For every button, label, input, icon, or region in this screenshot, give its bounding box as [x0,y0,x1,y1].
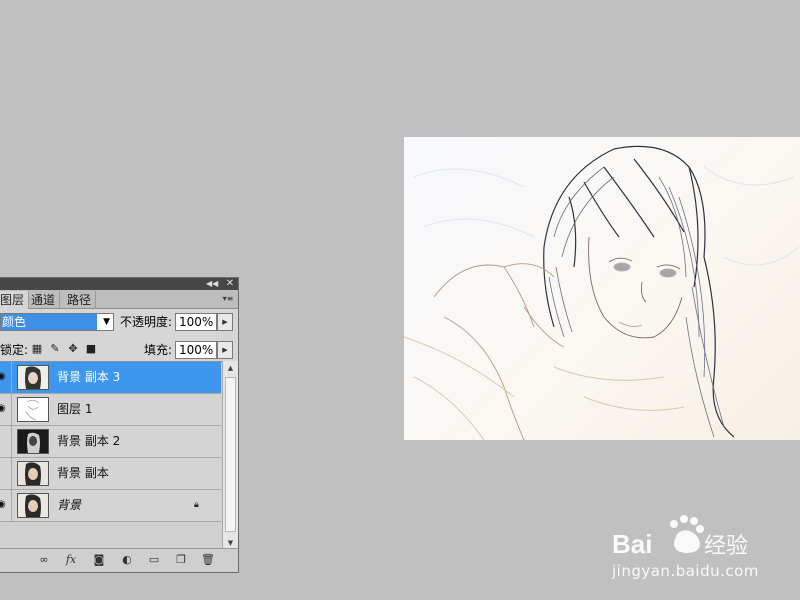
svg-text:经验: 经验 [704,534,748,559]
visibility-toggle[interactable]: ◉ [0,490,12,521]
lock-transparency-icon[interactable]: ▦ [31,343,43,355]
layer-list: ◉ 背景 副本 3 ◉ 图层 1 背景 副本 2 背景 副本 ◉ 背景 🔒︎ [0,361,222,551]
tab-channels[interactable]: 通道 [27,291,61,309]
layer-row[interactable]: ◉ 图层 1 [0,394,221,426]
layer-thumbnail [17,461,49,486]
tab-layers[interactable]: 图层 [0,291,30,309]
link-icon[interactable]: ∞ [37,553,51,567]
layer-name: 背景 副本 3 [57,370,121,384]
eye-icon: ◉ [0,371,6,382]
visibility-toggle[interactable] [0,458,12,489]
sketch-artwork [404,145,800,440]
layer-thumbnail [17,429,49,454]
panel-titlebar[interactable]: ◀◀ ✕ [0,278,238,290]
opacity-field[interactable]: 100% [175,313,217,331]
close-icon[interactable]: ✕ [225,279,235,289]
chevron-down-icon: ▼ [103,317,110,327]
layers-bottom-toolbar: ∞ fx ◙ ◐ ▭ ❐ 🗑︎ [0,548,238,572]
fill-field[interactable]: 100% [175,341,217,359]
mask-icon[interactable]: ◙ [92,553,106,567]
scroll-thumb[interactable] [225,377,236,532]
adjustment-icon[interactable]: ◐ [120,553,134,567]
layers-scrollbar[interactable]: ▲ ▼ [222,361,238,550]
fill-slider-arrow-icon[interactable]: ▶ [217,341,233,359]
baidu-watermark-logo: Bai 经验 [612,515,762,565]
trash-icon[interactable]: 🗑︎ [201,553,215,567]
eye-icon: ◉ [0,499,6,510]
visibility-toggle[interactable] [0,426,12,457]
visibility-toggle[interactable]: ◉ [0,362,12,393]
opacity-slider-arrow-icon[interactable]: ▶ [217,313,233,331]
watermark-url: jingyan.baidu.com [612,562,759,580]
lock-all-icon[interactable]: ■ [85,343,97,355]
tab-paths[interactable]: 路径 [63,291,97,309]
visibility-toggle[interactable]: ◉ [0,394,12,425]
layer-row[interactable]: 背景 副本 2 [0,426,221,458]
lock-icon: 🔒︎ [194,500,199,510]
layer-row[interactable]: 背景 副本 [0,458,221,490]
layer-name: 背景 [57,498,82,512]
lock-image-brush-icon[interactable]: ✎ [49,343,61,355]
opacity-label: 不透明度: [120,315,173,329]
layer-name: 背景 副本 2 [57,434,121,448]
group-icon[interactable]: ▭ [147,553,161,567]
layer-row[interactable]: ◉ 背景 副本 3 [0,362,221,394]
svg-text:Bai: Bai [612,529,652,559]
layer-thumbnail [17,493,49,518]
blend-mode-value: 颜色 [1,314,97,330]
panel-menu-icon[interactable]: ▾≡ [221,293,235,305]
tab-strip: 图层 通道 路径 ▾≡ [0,290,238,309]
canvas-image[interactable] [404,137,800,440]
collapse-panel-icon[interactable]: ◀◀ [206,279,218,289]
blend-mode-select[interactable]: 颜色 ▼ [0,313,114,331]
layer-row[interactable]: ◉ 背景 🔒︎ [0,490,221,522]
layer-thumbnail [17,365,49,390]
lock-label: 锁定: [0,343,29,357]
fill-label: 填充: [144,343,173,357]
fx-icon[interactable]: fx [64,553,78,567]
new-layer-icon[interactable]: ❐ [174,553,188,567]
scroll-up-icon[interactable]: ▲ [223,361,238,375]
layer-name: 背景 副本 [57,466,109,480]
eye-icon: ◉ [0,403,6,414]
layer-thumbnail [17,397,49,422]
lock-position-move-icon[interactable]: ✥ [67,343,79,355]
layer-name: 图层 1 [57,402,93,416]
